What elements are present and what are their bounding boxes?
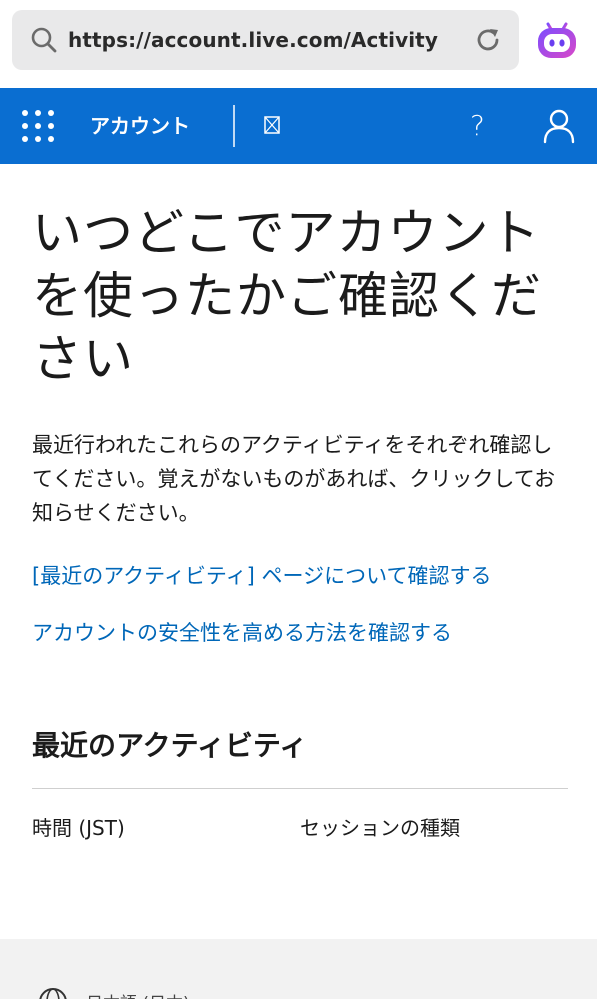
search-icon [31,27,57,53]
address-text: https://account.live.com/Activity [68,28,438,52]
app-launcher-icon[interactable] [20,108,56,144]
column-header-session-type: セッションの種類 [300,816,460,840]
section-divider [32,788,568,789]
profile-icon[interactable] [542,108,576,144]
language-selector[interactable]: 日本語 (日本) [86,989,190,999]
broken-image-icon [264,116,280,134]
recent-activity-heading: 最近のアクティビティ [32,729,308,762]
browser-toolbar: https://account.live.com/Activity [0,0,597,88]
reload-icon[interactable] [473,25,503,55]
globe-icon [39,988,67,999]
about-recent-activity-link[interactable]: [最近のアクティビティ] ページについて確認する [32,560,491,590]
brand-link[interactable]: アカウント [90,88,190,164]
header-divider [233,105,235,147]
page-title: いつどこでアカウントを使ったかご確認ください [32,204,542,388]
security-tips-link[interactable]: アカウントの安全性を高める方法を確認する [32,617,452,647]
intro-text: 最近行われたこれらのアクティビティをそれぞれ確認してください。覚えがないものがあ… [32,433,556,525]
page-footer: 日本語 (日本) [0,939,597,999]
account-header: アカウント ? [0,88,597,164]
help-button[interactable]: ? [470,88,485,164]
column-header-time: 時間 (JST) [32,816,125,840]
extension-bot-icon[interactable] [533,16,581,64]
address-bar[interactable]: https://account.live.com/Activity [12,10,519,70]
